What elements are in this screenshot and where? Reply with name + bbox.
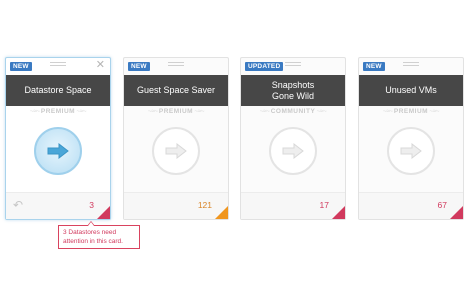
ornament-icon: ~≈~ [75,108,87,115]
arrow-right-icon [282,143,304,159]
card-snapshots-gone-wild[interactable]: UPDATED Snapshots Gone Wild ~≈~ COMMUNIT… [240,57,346,220]
card-title: Snapshots Gone Wild [241,75,345,106]
arrow-right-icon [165,143,187,159]
arrow-right-icon [400,143,422,159]
alert-count: 17 [319,200,329,210]
alert-corner-icon [332,206,345,219]
new-badge: NEW [363,62,385,71]
drag-handle-icon[interactable] [168,62,184,69]
alert-corner-icon [450,206,463,219]
ornament-icon: ~≈~ [193,108,205,115]
card-title: Guest Space Saver [124,75,228,106]
updated-badge: UPDATED [245,62,284,71]
ornament-icon: ~≈~ [29,108,41,115]
alert-tooltip: 3 Datastores need attention in this card… [58,221,140,249]
close-icon[interactable]: ✕ [96,60,105,71]
card-footer: 67 [359,192,463,219]
run-button[interactable] [269,127,317,175]
drag-handle-icon[interactable] [285,62,301,69]
ornament-icon: ~≈~ [428,108,440,115]
card-footer: 17 [241,192,345,219]
card-title: Datastore Space [6,75,110,106]
ornament-icon: ~≈~ [315,108,327,115]
ornament-icon: ~≈~ [147,108,159,115]
alert-corner-icon [215,206,228,219]
ornament-icon: ~≈~ [382,108,394,115]
arrow-right-icon [47,143,69,159]
back-icon[interactable]: ↶ [13,199,23,211]
run-button[interactable] [387,127,435,175]
run-button[interactable] [34,127,82,175]
card-guest-space-saver[interactable]: NEW Guest Space Saver ~≈~ PREMIUM ~≈~ 12… [123,57,229,220]
new-badge: NEW [128,62,150,71]
alert-count: 3 [89,200,94,210]
card-footer: ↶ 3 [6,192,110,219]
card-unused-vms[interactable]: NEW Unused VMs ~≈~ PREMIUM ~≈~ 67 [358,57,464,220]
card-footer: 121 [124,192,228,219]
card-title: Unused VMs [359,75,463,106]
ornament-icon: ~≈~ [259,108,271,115]
tier-label: ~≈~ PREMIUM ~≈~ [29,108,87,115]
new-badge: NEW [10,62,32,71]
alert-count: 121 [197,200,212,210]
tier-label: ~≈~ PREMIUM ~≈~ [147,108,205,115]
tier-label: ~≈~ PREMIUM ~≈~ [382,108,440,115]
run-button[interactable] [152,127,200,175]
card-datastore-space[interactable]: NEW ✕ Datastore Space ~≈~ PREMIUM ~≈~ ↶ … [5,57,111,220]
tier-label: ~≈~ COMMUNITY ~≈~ [259,108,327,115]
drag-handle-icon[interactable] [403,62,419,69]
alert-corner-icon [97,206,110,219]
alert-count: 67 [437,200,447,210]
drag-handle-icon[interactable] [50,62,66,69]
